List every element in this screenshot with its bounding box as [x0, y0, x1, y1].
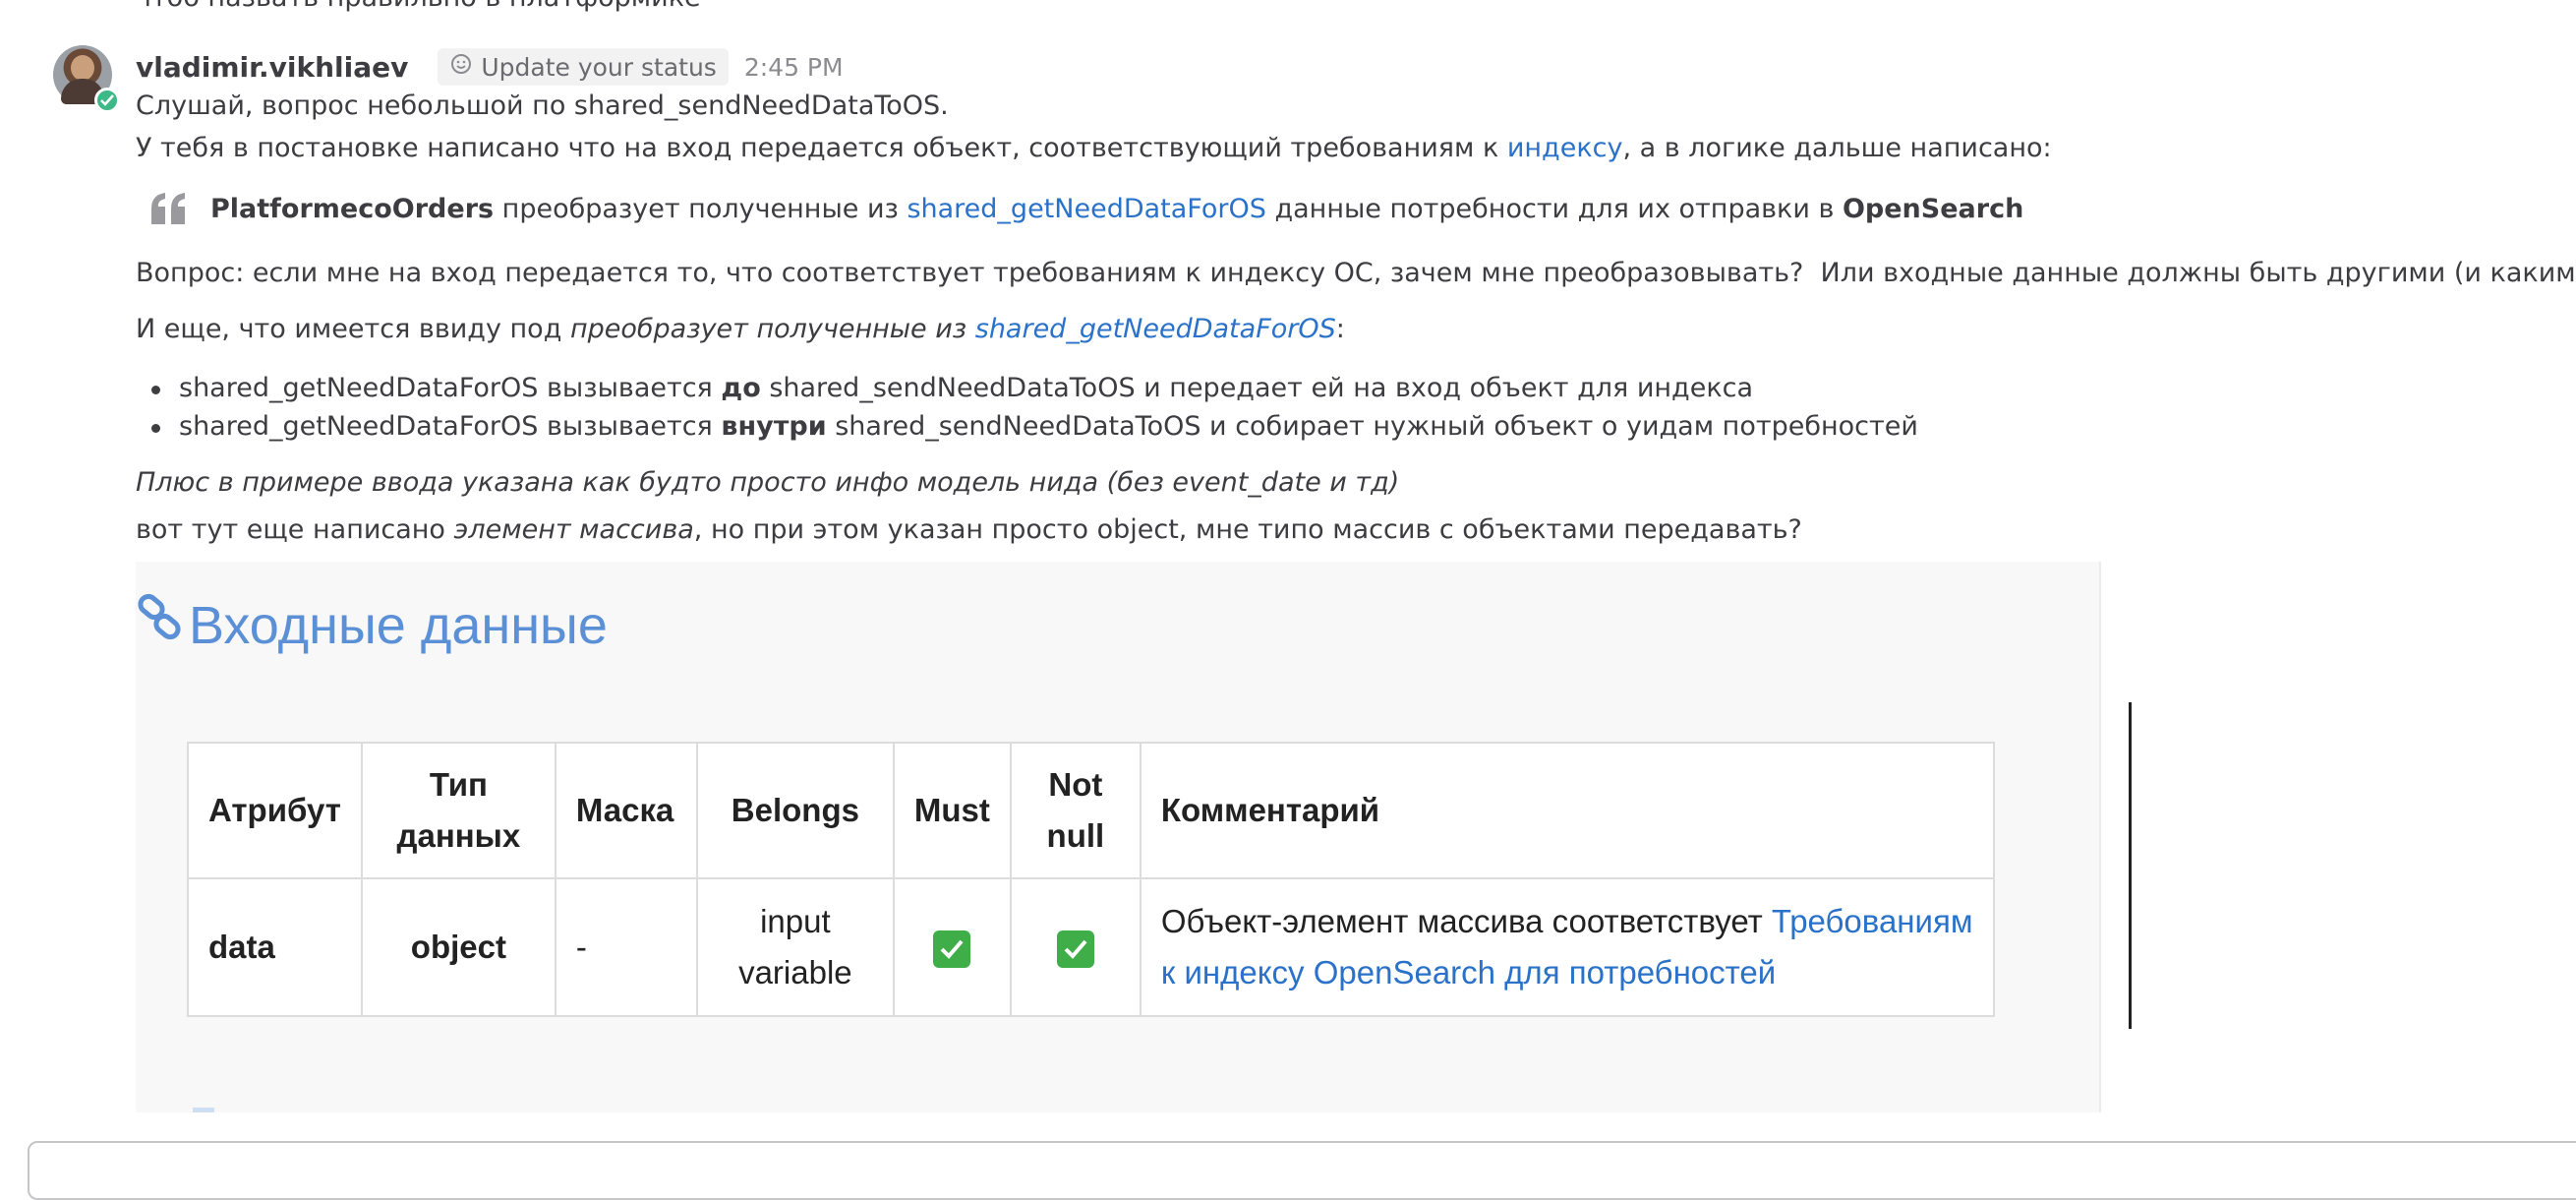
quote-icon — [149, 191, 189, 226]
also-text-before: И еще, что имеется ввиду под — [136, 314, 570, 344]
cell-attribute: data — [187, 877, 363, 1017]
last-text-after: , но при этом указан просто object, мне … — [693, 514, 1802, 545]
message-line-1: Слушай, вопрос небольшой по shared_sendN… — [136, 90, 949, 121]
cell-must — [892, 877, 1012, 1017]
last-italic: элемент массива — [453, 514, 694, 545]
col-header-attribute: Атрибут — [187, 742, 363, 879]
blockquote: PlatformecoOrders преобразует полученные… — [149, 191, 2023, 226]
question-text: Вопрос: если мне на вход передается то, … — [136, 258, 2576, 288]
cell-mask: - — [554, 877, 698, 1017]
next-section-fragment — [193, 1108, 214, 1112]
col-header-type: Тип данных — [360, 742, 556, 879]
author-name[interactable]: vladimir.vikhliaev — [136, 51, 408, 84]
bullet-bold: до — [721, 373, 761, 403]
col-header-notnull: Not null — [1009, 742, 1142, 879]
quote-bold-1: PlatformecoOrders — [210, 193, 495, 224]
quote-bold-2: OpenSearch — [1842, 193, 2024, 224]
italic-note-text: Плюс в примере ввода указана как будто п… — [136, 467, 1400, 498]
table-header-row: Атрибут Тип данных Маска Belongs Must Not… — [187, 742, 1995, 879]
checkmark-icon — [1056, 930, 1094, 969]
message-header: vladimir.vikhliaev Update your status 2:… — [136, 47, 844, 87]
update-status-button[interactable]: Update your status — [438, 48, 729, 86]
message-time[interactable]: 2:45 PM — [744, 53, 844, 82]
bullet-text: shared_sendNeedDataToOS и собирает нужны… — [826, 411, 1918, 442]
quote-link[interactable]: shared_getNeedDataForOS — [907, 194, 1265, 224]
embed-title: Входные данные — [136, 593, 608, 657]
last-text-before: вот тут еще написано — [136, 514, 454, 545]
line2-text-after: , а в логике дальше написано: — [1622, 133, 2052, 163]
col-header-belongs: Belongs — [695, 742, 895, 879]
col-header-must: Must — [892, 742, 1012, 879]
attributes-table: Атрибут Тип данных Маска Belongs Must Not… — [187, 742, 1995, 1017]
last-line: вот тут еще написано элемент массива, но… — [136, 514, 1802, 545]
bullet-text: shared_getNeedDataForOS вызывается — [179, 411, 722, 442]
bullet-bold: внутри — [721, 411, 827, 442]
online-status-icon — [94, 88, 120, 113]
also-link[interactable]: shared_getNeedDataForOS — [975, 314, 1336, 344]
previous-message-text: чтоб назвать правильно в платформике — [136, 0, 701, 13]
col-header-comment: Комментарий — [1139, 742, 1995, 879]
also-text-after: : — [1335, 314, 1345, 344]
bullet-text: shared_getNeedDataForOS вызывается — [179, 373, 722, 403]
embedded-image[interactable]: Входные данные Атрибут Тип данных Маска B… — [136, 562, 2101, 1112]
table-row: data object - input variable Объект-элеме… — [187, 877, 1995, 1017]
message-input[interactable] — [28, 1141, 2576, 1200]
checkmark-icon — [933, 930, 971, 969]
link-icon — [136, 593, 189, 657]
requirements-link-cont[interactable]: к индексу OpenSearch для потребностей — [1161, 954, 1776, 990]
requirements-link[interactable]: Требованиям — [1772, 903, 1973, 939]
cell-notnull — [1009, 877, 1142, 1017]
line2-text-before: У тебя в постановке написано что на вход… — [136, 133, 1507, 163]
update-status-label: Update your status — [481, 52, 717, 82]
bullet-list: shared_getNeedDataForOS вызывается до sh… — [136, 370, 1918, 447]
quote-text-2: данные потребности для их отправки в — [1265, 193, 1843, 224]
emoji-add-icon — [449, 52, 473, 82]
quote-text-1: преобразует полученные из — [494, 193, 907, 224]
embed-title-text: Входные данные — [189, 595, 608, 655]
text-cursor — [2129, 702, 2132, 1029]
index-link[interactable]: индексу — [1507, 133, 1623, 163]
cell-belongs: input variable — [695, 877, 895, 1017]
list-item: shared_getNeedDataForOS вызывается до sh… — [136, 370, 1918, 408]
cell-comment: Объект-элемент массива соответствует Тре… — [1139, 877, 1995, 1017]
cell-type: object — [360, 877, 556, 1017]
bullet-text: shared_sendNeedDataToOS и передает ей на… — [760, 373, 1754, 403]
also-italic: преобразует полученные из — [569, 314, 975, 344]
col-header-mask: Маска — [554, 742, 698, 879]
also-line: И еще, что имеется ввиду под преобразует… — [136, 314, 1345, 344]
italic-note: Плюс в примере ввода указана как будто п… — [136, 467, 1399, 498]
message-line-2: У тебя в постановке написано что на вход… — [136, 133, 2052, 163]
list-item: shared_getNeedDataForOS вызывается внутр… — [136, 408, 1918, 447]
